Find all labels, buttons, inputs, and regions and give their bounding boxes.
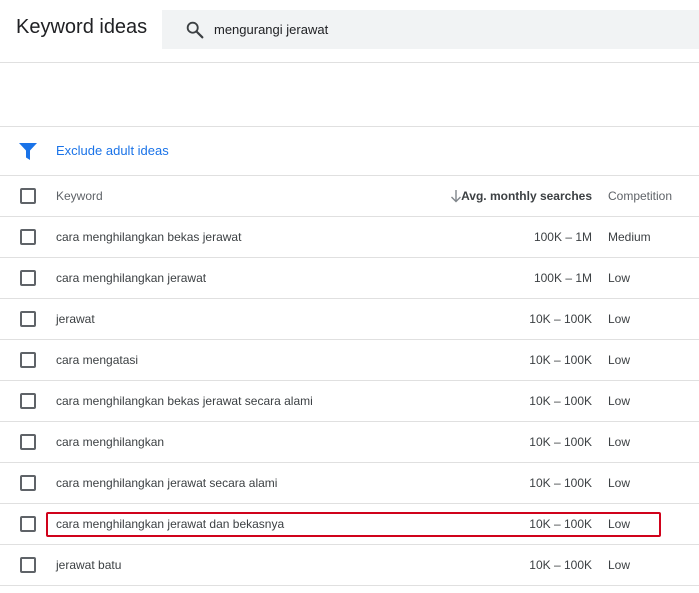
keyword-cell: cara menghilangkan bekas jerawat (56, 230, 242, 244)
keyword-cell: cara menghilangkan jerawat secara alami (56, 476, 278, 490)
keyword-cell: cara menghilangkan bekas jerawat secara … (56, 394, 313, 408)
keyword-cell: jerawat (56, 312, 95, 326)
keyword-cell: cara menghilangkan jerawat dan bekasnya (56, 517, 285, 531)
row-checkbox[interactable] (20, 434, 36, 450)
competition-cell: Medium (608, 230, 651, 244)
searches-cell: 10K – 100K (529, 353, 592, 367)
row-checkbox[interactable] (20, 311, 36, 327)
searches-cell: 10K – 100K (529, 435, 592, 449)
row-checkbox[interactable] (20, 270, 36, 286)
keyword-table: Keyword Avg. monthly searches Competitio… (0, 176, 699, 586)
page-title: Keyword ideas (16, 16, 148, 38)
search-input[interactable]: mengurangi jerawat (214, 22, 328, 37)
searches-cell: 10K – 100K (529, 312, 592, 326)
searches-cell: 10K – 100K (529, 476, 592, 490)
table-row[interactable]: cara menghilangkan bekas jerawat secara … (0, 381, 699, 422)
table-row[interactable]: cara menghilangkan jerawat 100K – 1M Low (0, 258, 699, 299)
keyword-cell: jerawat batu (56, 558, 122, 572)
searches-cell: 10K – 100K (529, 517, 592, 531)
competition-cell: Low (608, 517, 631, 531)
competition-cell: Low (608, 312, 631, 326)
page-header: Keyword ideas mengurangi jerawat (0, 0, 699, 63)
row-checkbox[interactable] (20, 475, 36, 491)
table-row[interactable]: cara menghilangkan jerawat secara alami … (0, 463, 699, 504)
keyword-cell: cara menghilangkan jerawat (56, 271, 207, 285)
keyword-cell: cara mengatasi (56, 353, 139, 367)
table-row[interactable]: cara menghilangkan bekas jerawat 100K – … (0, 217, 699, 258)
row-checkbox[interactable] (20, 516, 36, 532)
table-row[interactable]: cara menghilangkan jerawat dan bekasnya … (0, 504, 699, 545)
search-icon[interactable] (184, 19, 206, 41)
searches-cell: 10K – 100K (529, 558, 592, 572)
searches-cell: 100K – 1M (533, 230, 592, 244)
search-bar[interactable]: mengurangi jerawat (162, 10, 699, 49)
row-checkbox[interactable] (20, 352, 36, 368)
competition-cell: Low (608, 476, 631, 490)
table-row[interactable]: jerawat batu 10K – 100K Low (0, 545, 699, 586)
table-row[interactable]: cara menghilangkan 10K – 100K Low (0, 422, 699, 463)
table-row[interactable]: cara mengatasi 10K – 100K Low (0, 340, 699, 381)
competition-cell: Low (608, 271, 631, 285)
filter-icon[interactable] (19, 143, 37, 160)
row-checkbox[interactable] (20, 229, 36, 245)
column-header-competition[interactable]: Competition (608, 189, 672, 203)
table-header-row: Keyword Avg. monthly searches Competitio… (0, 176, 699, 217)
competition-cell: Low (608, 394, 631, 408)
column-header-avg-monthly-searches[interactable]: Avg. monthly searches (461, 189, 592, 203)
keyword-cell: cara menghilangkan (56, 435, 165, 449)
filter-bar: Exclude adult ideas (0, 127, 699, 176)
searches-cell: 100K – 1M (533, 271, 592, 285)
competition-cell: Low (608, 558, 631, 572)
competition-cell: Low (608, 353, 631, 367)
row-checkbox[interactable] (20, 557, 36, 573)
exclude-adult-ideas-filter[interactable]: Exclude adult ideas (56, 143, 169, 158)
table-row[interactable]: jerawat 10K – 100K Low (0, 299, 699, 340)
searches-cell: 10K – 100K (529, 394, 592, 408)
competition-cell: Low (608, 435, 631, 449)
select-all-checkbox[interactable] (20, 188, 36, 204)
row-checkbox[interactable] (20, 393, 36, 409)
column-header-keyword[interactable]: Keyword (56, 189, 103, 203)
